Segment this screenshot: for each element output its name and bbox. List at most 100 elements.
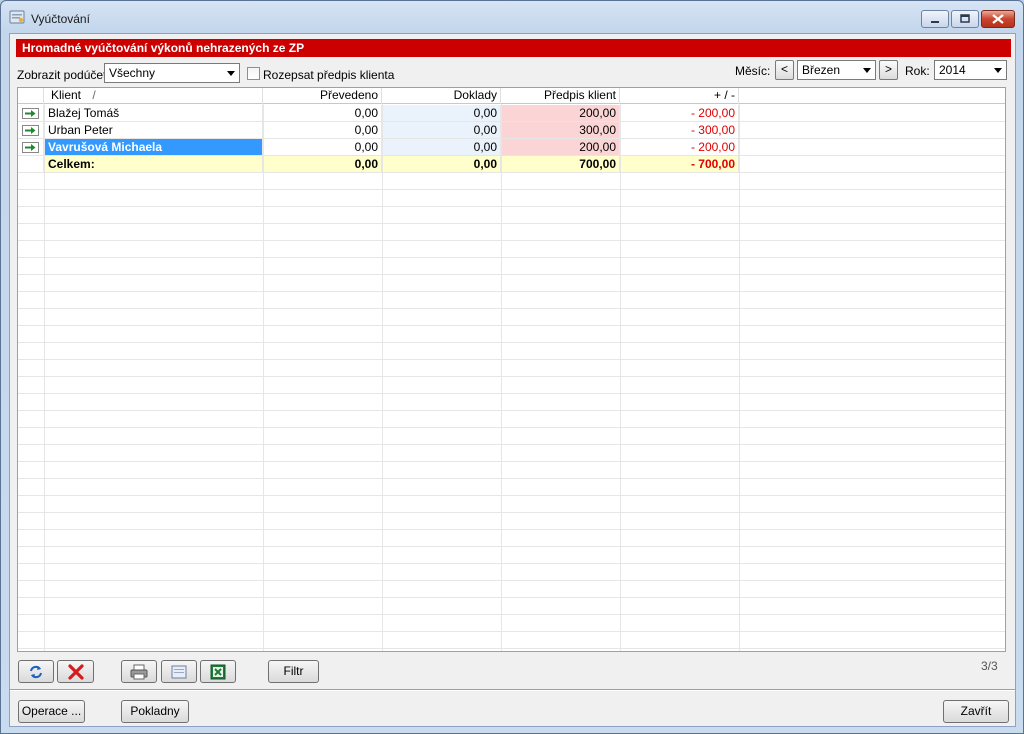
column-divider [44,104,45,651]
total-row: Celkem: 0,00 0,00 700,00- 700,00 [18,156,1005,173]
subaccount-select[interactable]: Všechny [104,63,240,83]
record-counter: 3/3 [981,659,998,673]
column-header-klient-label: Klient [51,88,82,102]
empty-row [18,547,1005,564]
column-header-predpis[interactable]: Předpis klient [501,88,620,104]
document-icon [171,665,187,679]
month-label: Měsíc: [735,64,771,78]
excel-icon [210,664,226,680]
preview-button[interactable] [161,660,197,683]
cell-predpis: 300,00 [501,122,620,138]
chevron-down-icon [227,71,235,76]
column-header-diff[interactable]: + / - [620,88,739,104]
empty-row [18,649,1005,651]
row-indicator [18,105,44,121]
window-title: Vyúčtování [31,12,90,26]
empty-row [18,275,1005,292]
cell-klient: Blažej Tomáš [44,105,263,121]
export-excel-button[interactable] [200,660,236,683]
cell-prevedeno: 0,00 [263,139,382,155]
empty-row [18,411,1005,428]
cell-prevedeno: 0,00 [263,105,382,121]
empty-row [18,258,1005,275]
cash-register-button[interactable]: Pokladny [121,700,189,723]
chevron-down-icon [994,68,1002,73]
cell-diff: - 200,00 [620,105,739,121]
column-divider [382,104,383,651]
app-window: Vyúčtování Hromadné vyúčtování výkonů ne… [0,0,1024,734]
year-select[interactable]: 2014 [934,60,1007,80]
refresh-icon [30,665,42,679]
footer-divider [10,689,1015,691]
minimize-button[interactable] [921,10,949,28]
table-row[interactable]: Blažej Tomáš 0,00 0,00 200,00- 200,00 [18,105,1005,122]
column-header-klient[interactable]: Klient / [44,88,263,104]
column-divider [739,104,740,651]
page-banner: Hromadné vyúčtování výkonů nehrazených z… [16,39,1011,57]
main-panel: Hromadné vyúčtování výkonů nehrazených z… [9,33,1016,727]
empty-row [18,173,1005,190]
cell-prevedeno: 0,00 [263,122,382,138]
cell-prevedeno: 0,00 [263,156,382,172]
arrow-right-icon [22,125,39,136]
cell-predpis: 700,00 [501,156,620,172]
empty-row [18,207,1005,224]
column-header-prevedeno[interactable]: Převedeno [263,88,382,104]
cell-klient: Celkem: [44,156,263,172]
refresh-button[interactable] [18,660,54,683]
column-header-doklady[interactable]: Doklady [382,88,501,104]
empty-row [18,564,1005,581]
table-row[interactable]: Urban Peter 0,00 0,00 300,00- 300,00 [18,122,1005,139]
next-month-button[interactable]: > [879,60,898,80]
cell-predpis: 200,00 [501,105,620,121]
filter-button[interactable]: Filtr [268,660,319,683]
app-icon [9,10,25,24]
printer-icon [130,664,148,680]
print-button[interactable] [121,660,157,683]
chevron-down-icon [863,68,871,73]
minimize-icon [931,21,939,23]
cell-klient: Vavrušová Michaela [44,139,263,155]
empty-row [18,496,1005,513]
month-value: Březen [802,63,841,77]
sort-indicator: / [92,88,96,102]
row-indicator [18,122,44,138]
empty-row [18,632,1005,649]
cell-predpis: 200,00 [501,139,620,155]
empty-row [18,360,1005,377]
empty-row [18,326,1005,343]
subaccount-value: Všechny [109,66,156,80]
empty-row [18,292,1005,309]
billing-table[interactable]: Klient / Převedeno Doklady Předpis klien… [17,87,1006,652]
month-select[interactable]: Březen [797,60,876,80]
empty-row [18,343,1005,360]
empty-row [18,309,1005,326]
empty-row [18,224,1005,241]
maximize-icon [960,14,970,23]
cell-diff: - 700,00 [620,156,739,172]
title-bar[interactable]: Vyúčtování [1,1,1023,33]
arrow-right-icon [22,142,39,153]
close-icon [992,14,1004,24]
table-row[interactable]: Vavrušová Michaela 0,00 0,00 200,00- 200,00 [18,139,1005,156]
empty-row [18,190,1005,207]
column-divider [501,104,502,651]
arrow-right-icon [22,108,39,119]
maximize-button[interactable] [951,10,979,28]
delete-button[interactable] [57,660,94,683]
column-divider [263,104,264,651]
empty-row [18,241,1005,258]
empty-row [18,428,1005,445]
split-checkbox[interactable] [247,67,260,80]
empty-row [18,445,1005,462]
empty-row [18,394,1005,411]
prev-month-button[interactable]: < [775,60,794,80]
header-indicator [18,88,44,104]
close-window-button[interactable] [981,10,1015,28]
row-indicator [18,139,44,155]
year-value: 2014 [939,63,966,77]
cell-doklady: 0,00 [382,156,501,172]
close-button[interactable]: Zavřít [943,700,1009,723]
cell-doklady: 0,00 [382,105,501,121]
operations-button[interactable]: Operace ... [18,700,85,723]
